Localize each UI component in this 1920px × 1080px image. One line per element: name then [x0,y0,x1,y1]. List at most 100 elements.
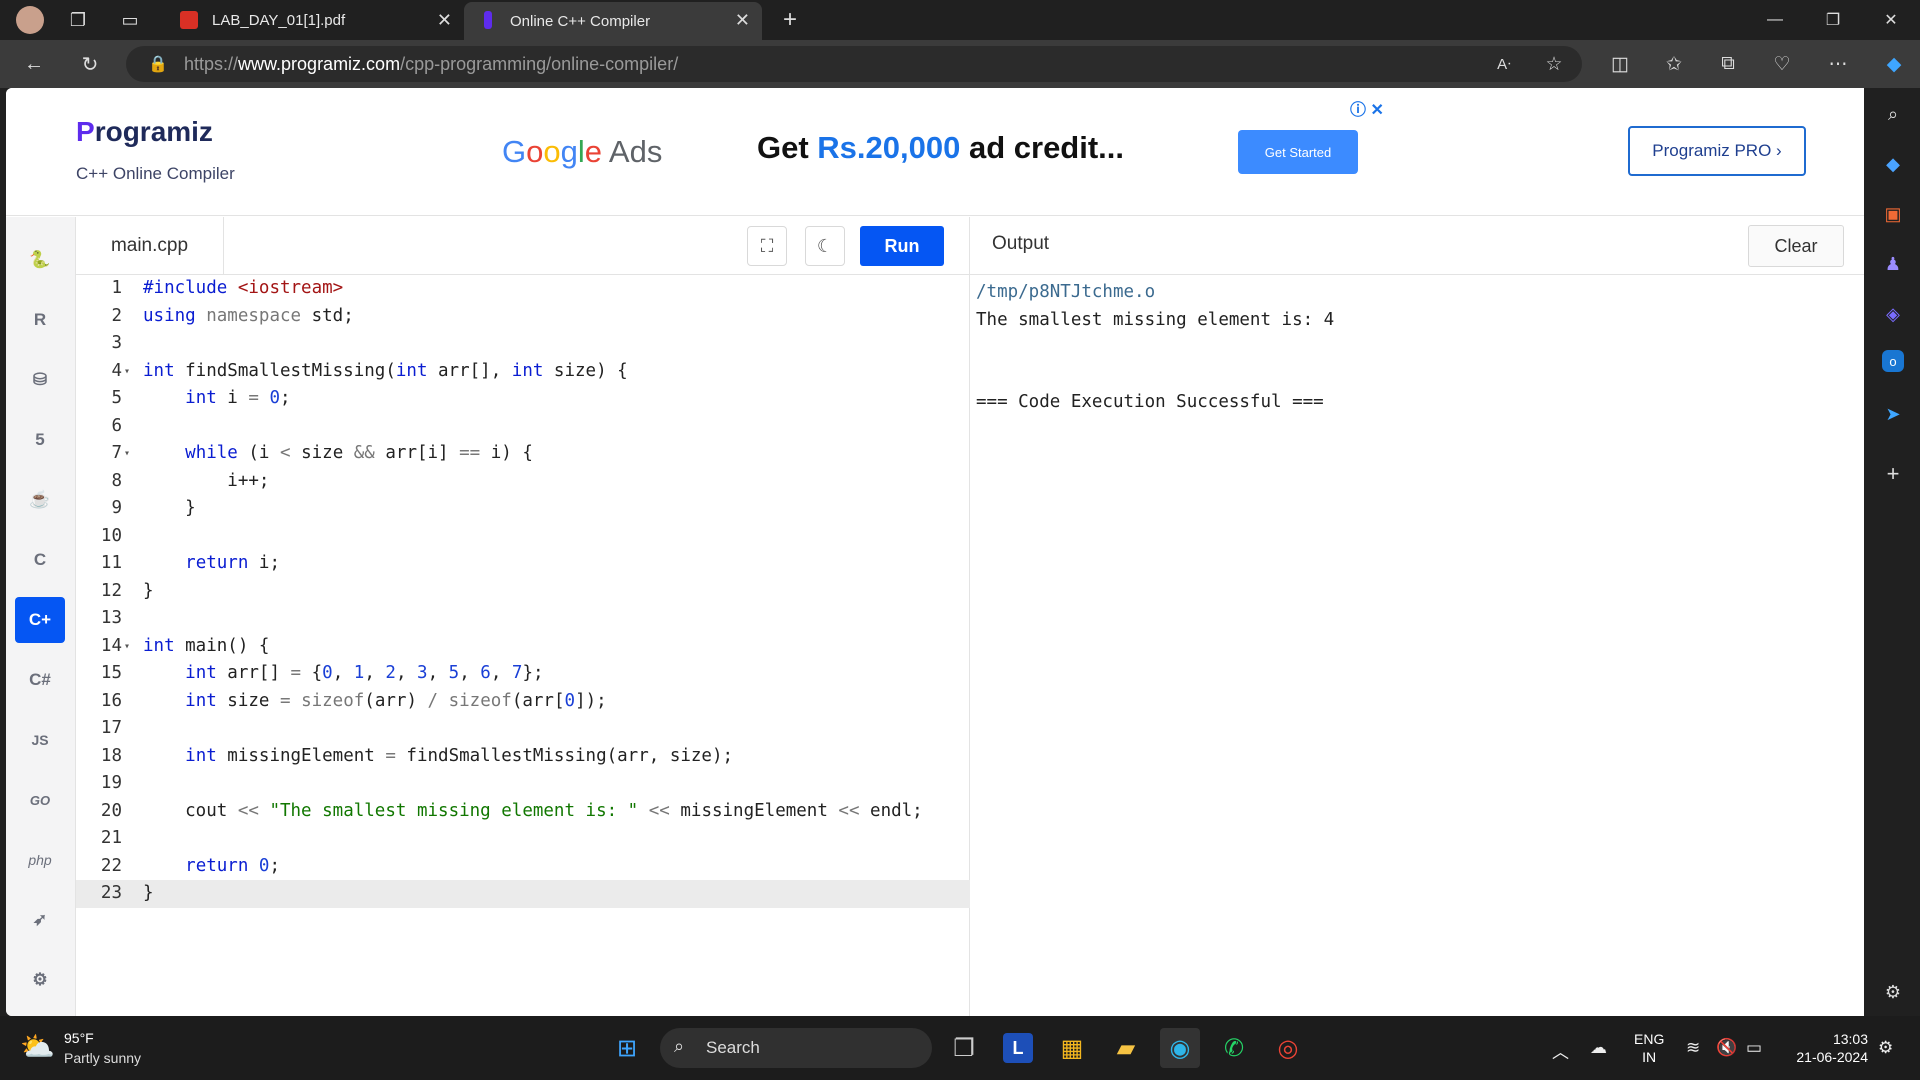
collections-icon[interactable]: ⧉ [1714,50,1742,78]
task-view-icon[interactable]: ❐ [944,1028,984,1068]
weather-icon[interactable]: ⛅ [20,1030,55,1063]
code-line[interactable]: 1 #include <iostream> [76,275,970,303]
run-button[interactable]: Run [860,226,944,266]
whatsapp-icon[interactable]: ✆ [1214,1028,1254,1068]
code-line[interactable]: 9 } [76,495,970,523]
close-tab-icon[interactable]: ✕ [437,10,452,31]
swift-icon[interactable]: ➶ [15,897,65,943]
l-app-icon[interactable]: L [1003,1033,1033,1063]
dark-mode-icon[interactable]: ☾ [805,226,845,266]
file-tab[interactable]: main.cpp [76,217,224,275]
fold-arrow-icon[interactable]: ▾ [124,633,130,661]
code-line[interactable]: 22 return 0; [76,853,970,881]
rust-icon[interactable]: ⚙ [15,957,65,1003]
temperature[interactable]: 95°F [64,1030,94,1046]
tab-compiler[interactable]: Online C++ Compiler ✕ [464,2,762,40]
chrome-icon[interactable]: ◎ [1268,1028,1308,1068]
file-explorer-icon[interactable]: ▰ [1106,1028,1146,1068]
battery-icon[interactable]: ▭ [1746,1038,1762,1058]
c-lang-icon[interactable]: C [15,537,65,583]
show-hidden-icons-icon[interactable]: ︿ [1552,1038,1569,1063]
taskbar-search[interactable]: ⌕ Search [660,1028,932,1068]
code-line[interactable]: 15 int arr[] = {0, 1, 2, 3, 5, 6, 7}; [76,660,970,688]
programiz-logo[interactable]: Programiz [76,116,213,148]
code-line[interactable]: 13 [76,605,970,633]
games-icon[interactable]: ♟ [1879,250,1907,278]
browser-essentials-icon[interactable]: ♡ [1768,50,1796,78]
code-line[interactable]: 11 return i; [76,550,970,578]
m365-icon[interactable]: ◈ [1879,300,1907,328]
start-icon[interactable]: ⊞ [607,1028,647,1068]
fold-arrow-icon[interactable]: ▾ [124,440,130,468]
code-line[interactable]: 2 using namespace std; [76,303,970,331]
html-icon[interactable]: 5 [15,417,65,463]
python-icon[interactable]: 🐍 [15,237,65,283]
code-line[interactable]: 20 cout << "The smallest missing element… [76,798,970,826]
programiz-pro-button[interactable]: Programiz PRO › [1628,126,1806,176]
settings-gear-icon[interactable]: ⚙ [1879,978,1907,1006]
code-line[interactable]: 3 [76,330,970,358]
code-line[interactable]: 16 int size = sizeof(arr) / sizeof(arr[0… [76,688,970,716]
tab-actions-icon[interactable]: ▭ [118,8,142,32]
favorites-icon[interactable]: ✩ [1660,50,1688,78]
read-aloud-icon[interactable]: Aᐧ [1490,50,1518,78]
more-menu-icon[interactable]: ⋯ [1824,50,1852,78]
sql-icon[interactable]: ⛁ [15,357,65,403]
restore-icon[interactable]: ❐ [1804,0,1862,40]
code-line[interactable]: 21 [76,825,970,853]
tab-pdf[interactable]: LAB_DAY_01[1].pdf ✕ [166,2,464,38]
code-line[interactable]: 5 int i = 0; [76,385,970,413]
code-line[interactable]: 12} [76,578,970,606]
add-sidebar-icon[interactable]: + [1879,460,1907,488]
code-line[interactable]: 14 ▾ int main() { [76,633,970,661]
minimize-icon[interactable]: — [1746,0,1804,40]
fold-arrow-icon[interactable]: ▾ [124,358,130,386]
r-lang-icon[interactable]: R [15,297,65,343]
code-area[interactable]: 1 #include <iostream> 2 using namespace std… [76,275,970,908]
fullscreen-icon[interactable]: ⛶ [747,226,787,266]
cpp-icon[interactable]: C+ [15,597,65,643]
code-line[interactable]: 7 ▾ while (i < size && arr[i] == i) { [76,440,970,468]
window-close-icon[interactable]: ✕ [1862,0,1920,40]
edge-icon[interactable]: ◉ [1160,1028,1200,1068]
url-field[interactable]: 🔒 https://www.programiz.com/cpp-programm… [126,46,1582,82]
volume-muted-icon[interactable]: 🔇 [1716,1038,1737,1058]
close-tab-icon[interactable]: ✕ [735,10,750,31]
php-icon[interactable]: php [15,837,65,883]
language-indicator[interactable]: ENG IN [1634,1030,1664,1066]
favorite-star-icon[interactable]: ☆ [1540,50,1568,78]
go-icon[interactable]: GO [15,777,65,823]
csharp-icon[interactable]: C# [15,657,65,703]
copilot-icon[interactable]: ◆ [1880,50,1908,78]
notifications-icon[interactable]: ⚙ [1878,1038,1893,1058]
code-line[interactable]: 19 [76,770,970,798]
back-icon[interactable]: ← [20,50,48,78]
weather-description[interactable]: Partly sunny [64,1050,141,1066]
sidebar-search-icon[interactable]: ⌕ [1879,100,1907,128]
code-line[interactable]: 23} [76,880,970,908]
ad-choices-icon[interactable]: ⓘ ✕ [1350,96,1384,120]
store-icon[interactable]: ▦ [1052,1028,1092,1068]
ad-headline[interactable]: Get Rs.20,000 ad credit... [757,130,1124,166]
clock[interactable]: 13:03 21-06-2024 [1780,1030,1868,1066]
code-line[interactable]: 10 [76,523,970,551]
profile-avatar[interactable] [16,6,44,34]
new-tab-icon[interactable]: + [778,6,802,33]
code-line[interactable]: 8 i++; [76,468,970,496]
tools-icon[interactable]: ▣ [1879,200,1907,228]
onedrive-icon[interactable]: ☁ [1590,1038,1607,1058]
javascript-icon[interactable]: JS [15,717,65,763]
code-line[interactable]: 6 [76,413,970,441]
clear-button[interactable]: Clear [1748,225,1844,267]
split-screen-icon[interactable]: ◫ [1606,50,1634,78]
shopping-tag-icon[interactable]: ◆ [1879,150,1907,178]
code-line[interactable]: 18 int missingElement = findSmallestMiss… [76,743,970,771]
refresh-icon[interactable]: ↻ [76,50,104,78]
java-icon[interactable]: ☕ [15,477,65,523]
get-started-button[interactable]: Get Started [1238,130,1358,174]
code-line[interactable]: 17 [76,715,970,743]
code-line[interactable]: 4 ▾ int findSmallestMissing(int arr[], int… [76,358,970,386]
workspaces-icon[interactable]: ❐ [66,8,90,32]
wifi-icon[interactable]: ≋ [1686,1038,1700,1058]
outlook-icon[interactable]: o [1882,350,1904,372]
